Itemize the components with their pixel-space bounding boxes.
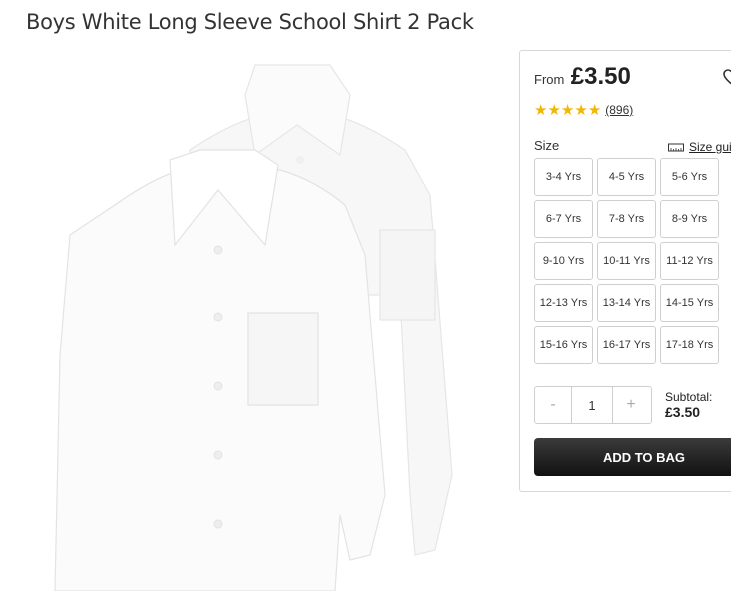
increase-quantity-button[interactable]: + — [613, 387, 649, 423]
price-from-label: From — [534, 72, 565, 87]
size-option[interactable]: 14-15 Yrs — [660, 284, 719, 322]
size-option[interactable]: 6-7 Yrs — [534, 200, 593, 238]
size-guide-label: Size gui — [689, 140, 731, 154]
size-option[interactable]: 9-10 Yrs — [534, 242, 593, 280]
size-option[interactable]: 13-14 Yrs — [597, 284, 656, 322]
ruler-icon — [668, 143, 684, 152]
decrease-quantity-button[interactable]: - — [535, 387, 571, 423]
price-row: From £3.50 — [534, 63, 631, 91]
product-title: Boys White Long Sleeve School Shirt 2 Pa… — [26, 10, 474, 34]
star-icon: ★ — [574, 102, 588, 119]
size-options: 3-4 Yrs 4-5 Yrs 5-6 Yrs 6-7 Yrs 7-8 Yrs … — [534, 158, 719, 364]
star-icon: ★ — [560, 102, 575, 119]
subtotal-label: Subtotal: — [665, 390, 713, 404]
price: £3.50 — [570, 63, 631, 90]
size-option[interactable]: 11-12 Yrs — [660, 242, 719, 280]
star-icon: ★ — [587, 102, 602, 119]
quantity-stepper: - 1 + — [534, 386, 652, 424]
star-icon: ★ — [534, 102, 548, 119]
size-label: Size — [534, 138, 560, 153]
size-option[interactable]: 5-6 Yrs — [660, 158, 719, 196]
size-option[interactable]: 15-16 Yrs — [534, 326, 593, 364]
star-icon: ★ — [547, 102, 561, 119]
size-guide-link[interactable]: Size gui — [668, 140, 731, 154]
subtotal-value: £3.50 — [665, 404, 701, 420]
product-image — [54, 64, 453, 591]
purchase-panel: From £3.50 ★★★★★ (896) Size Size gui 3-4… — [519, 50, 731, 492]
size-option[interactable]: 4-5 Yrs — [597, 158, 656, 196]
quantity-input[interactable]: 1 — [571, 387, 613, 423]
subtotal: Subtotal: £3.50 — [665, 390, 712, 420]
size-option[interactable]: 10-11 Yrs — [597, 242, 656, 280]
size-option[interactable]: 17-18 Yrs — [660, 326, 719, 364]
size-option[interactable]: 12-13 Yrs — [534, 284, 593, 322]
size-option[interactable]: 7-8 Yrs — [597, 200, 656, 238]
review-count-link[interactable]: (896) — [605, 103, 633, 117]
size-option[interactable]: 8-9 Yrs — [660, 200, 719, 238]
size-option[interactable]: 3-4 Yrs — [534, 158, 593, 196]
heart-icon[interactable] — [723, 69, 731, 87]
star-rating: ★★★★★ — [534, 101, 601, 119]
size-option[interactable]: 16-17 Yrs — [597, 326, 656, 364]
rating: ★★★★★ (896) — [534, 101, 633, 119]
add-to-bag-button[interactable]: ADD TO BAG — [534, 438, 731, 476]
